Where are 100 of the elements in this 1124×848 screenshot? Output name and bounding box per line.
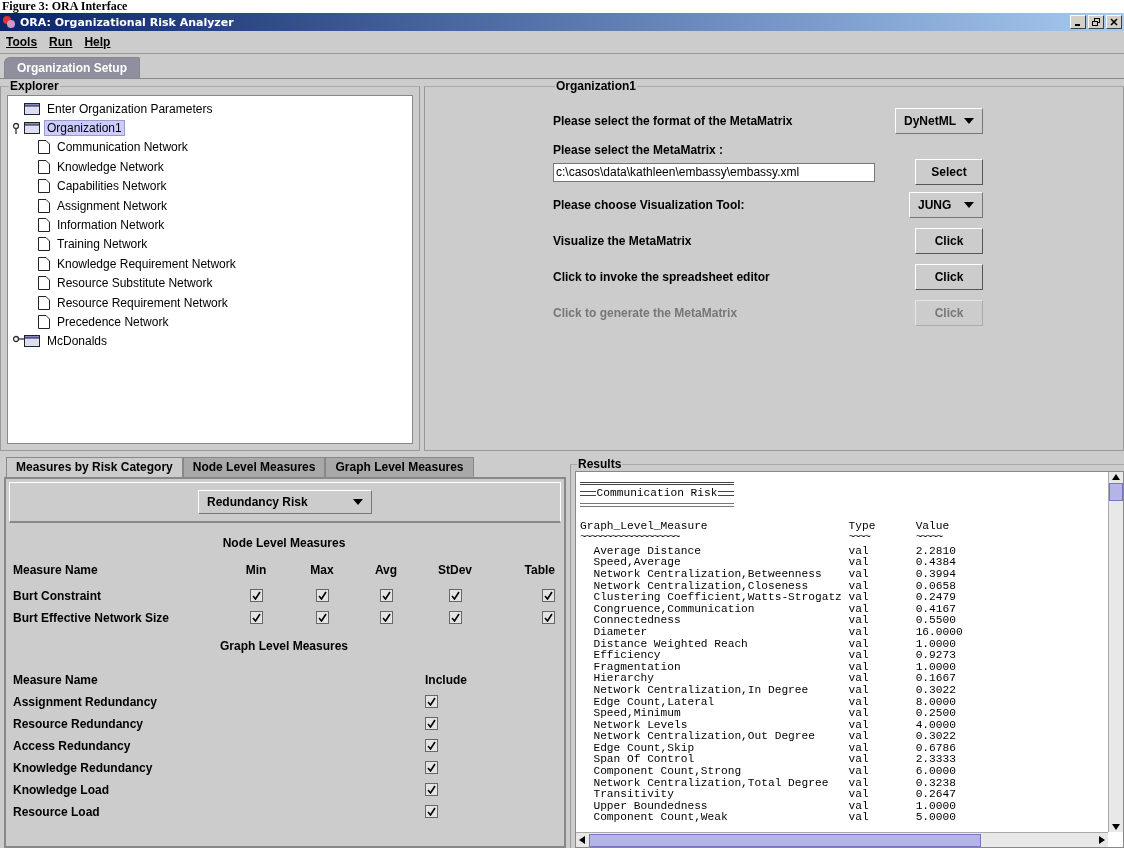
- tab[interactable]: Measures by Risk Category: [6, 457, 183, 477]
- type-cell-text: val: [848, 650, 870, 662]
- value-cell-text: 0.3238: [915, 777, 957, 790]
- menu-item[interactable]: Help: [84, 35, 111, 49]
- tree-item[interactable]: Resource Substitute Network: [54, 275, 216, 292]
- tree-item[interactable]: Communication Network: [54, 139, 191, 156]
- close-icon: [1110, 18, 1118, 26]
- type-cell-text: val: [848, 789, 870, 801]
- minimize-button[interactable]: [1070, 15, 1086, 29]
- tree-item[interactable]: Knowledge Network: [54, 158, 167, 175]
- checkbox[interactable]: [315, 611, 329, 624]
- measure-name: Network Centralization,Closeness: [592, 580, 810, 592]
- file-icon: [38, 140, 50, 155]
- scroll-thumb[interactable]: [589, 833, 981, 847]
- file-icon: [38, 315, 50, 329]
- tree-item[interactable]: Training Network: [54, 236, 151, 253]
- checkbox[interactable]: [249, 611, 263, 624]
- measure-name: Network Levels: [592, 719, 689, 731]
- window-title: ORA: Organizational Risk Analyzer: [20, 15, 234, 29]
- header-underline: ~~~~~~~~~~~~~~~~~~~: [580, 532, 681, 544]
- scroll-thumb[interactable]: [1109, 483, 1123, 501]
- dropdown-arrow-icon: [964, 202, 974, 208]
- header-underline: ~~~~: [848, 532, 871, 544]
- checkbox[interactable]: [448, 589, 462, 602]
- value-cell-text: 2.2810: [915, 545, 957, 558]
- scroll-down-arrow-icon[interactable]: [1112, 824, 1120, 830]
- scroll-right-arrow-icon[interactable]: [1099, 836, 1105, 844]
- panel-title: Organization1: [555, 79, 637, 93]
- checkbox[interactable]: [425, 805, 438, 818]
- menu-item[interactable]: Run: [49, 35, 73, 49]
- value-cell-text: 0.3022: [915, 731, 957, 743]
- select-button[interactable]: Select: [915, 159, 983, 185]
- horizontal-scrollbar[interactable]: [576, 832, 1108, 847]
- checkbox[interactable]: [425, 739, 438, 752]
- column-header: Include: [424, 673, 467, 687]
- measure-name: Efficiency: [592, 650, 662, 662]
- value-cell-text: 5.0000: [915, 812, 957, 825]
- column-header: Measure Name: [13, 673, 99, 687]
- folder-icon: [24, 102, 40, 115]
- column-header: Value: [915, 520, 951, 533]
- checkbox[interactable]: [448, 611, 462, 624]
- measure-name: Edge Count,Skip: [592, 742, 696, 755]
- tree-item[interactable]: Capabilities Network: [54, 178, 170, 195]
- measure-name: Burt Effective Network Size: [13, 611, 171, 625]
- checkbox[interactable]: [315, 589, 329, 602]
- type-cell-text: val: [848, 603, 870, 615]
- section-title: Graph Level Measures: [218, 638, 350, 655]
- dropdown[interactable]: DyNetML: [895, 108, 983, 134]
- figure-caption: Figure 3: ORA Interface: [0, 0, 1124, 13]
- scroll-up-arrow-icon[interactable]: [1112, 474, 1120, 480]
- type-cell-text: val: [848, 568, 870, 581]
- tree-item[interactable]: Organization1: [44, 120, 125, 137]
- file-path-field[interactable]: c:\casos\data\kathleen\embassy\embassy.xml: [553, 162, 875, 182]
- dropdown[interactable]: Redundancy Risk: [198, 490, 372, 514]
- tree-item[interactable]: Assignment Network: [54, 197, 171, 214]
- value-cell-text: 0.0658: [915, 580, 957, 593]
- checkbox[interactable]: [379, 589, 393, 602]
- restore-button[interactable]: [1088, 15, 1104, 29]
- type-cell-text: val: [848, 800, 870, 812]
- tree-item[interactable]: Knowledge Requirement Network: [54, 255, 239, 272]
- tree-item[interactable]: Resource Requirement Network: [54, 294, 231, 311]
- column-header: Min: [245, 563, 267, 577]
- restore-icon: [1092, 18, 1100, 26]
- checkbox[interactable]: [425, 695, 438, 708]
- checkbox[interactable]: [425, 717, 438, 730]
- checkbox[interactable]: [425, 783, 438, 796]
- vertical-scrollbar[interactable]: [1108, 472, 1123, 832]
- click-button[interactable]: Click: [915, 264, 983, 290]
- panel-title: Explorer: [9, 79, 60, 93]
- measure-name: Diameter: [592, 626, 649, 639]
- tab[interactable]: Node Level Measures: [182, 457, 326, 477]
- column-header: Measure Name: [13, 563, 99, 577]
- measure-name: Upper Boundedness: [592, 800, 709, 812]
- section-title: Node Level Measures: [221, 535, 347, 552]
- column-header: Avg: [374, 563, 398, 577]
- dropdown[interactable]: JUNG: [909, 192, 983, 218]
- value-cell-text: 6.0000: [915, 766, 957, 778]
- checkbox[interactable]: [542, 611, 555, 624]
- tree-item[interactable]: Enter Organization Parameters: [44, 100, 216, 117]
- value-cell-text: 4.0000: [915, 719, 957, 732]
- type-cell-text: val: [848, 638, 870, 650]
- type-cell-text: val: [848, 812, 870, 825]
- measure-name: Connectedness: [592, 615, 681, 627]
- checkbox[interactable]: [425, 761, 438, 774]
- click-button[interactable]: Click: [915, 228, 983, 254]
- close-button[interactable]: [1106, 15, 1122, 29]
- type-cell-text: val: [848, 766, 870, 778]
- measure-name: Edge Count,Lateral: [592, 696, 716, 708]
- checkbox[interactable]: [249, 589, 263, 602]
- value-cell-text: 0.5500: [915, 615, 957, 627]
- tree-item[interactable]: Information Network: [54, 217, 168, 234]
- scroll-left-arrow-icon[interactable]: [579, 836, 585, 844]
- tab[interactable]: Graph Level Measures: [325, 457, 474, 477]
- tree-item[interactable]: Precedence Network: [54, 314, 172, 330]
- menu-item[interactable]: Tools: [6, 35, 38, 49]
- checkbox[interactable]: [542, 589, 555, 602]
- tree-item[interactable]: McDonalds: [44, 333, 111, 350]
- value-cell-text: 1.0000: [915, 638, 957, 651]
- measure-name: Network Centralization,Out Degree: [592, 731, 816, 743]
- checkbox[interactable]: [379, 611, 393, 624]
